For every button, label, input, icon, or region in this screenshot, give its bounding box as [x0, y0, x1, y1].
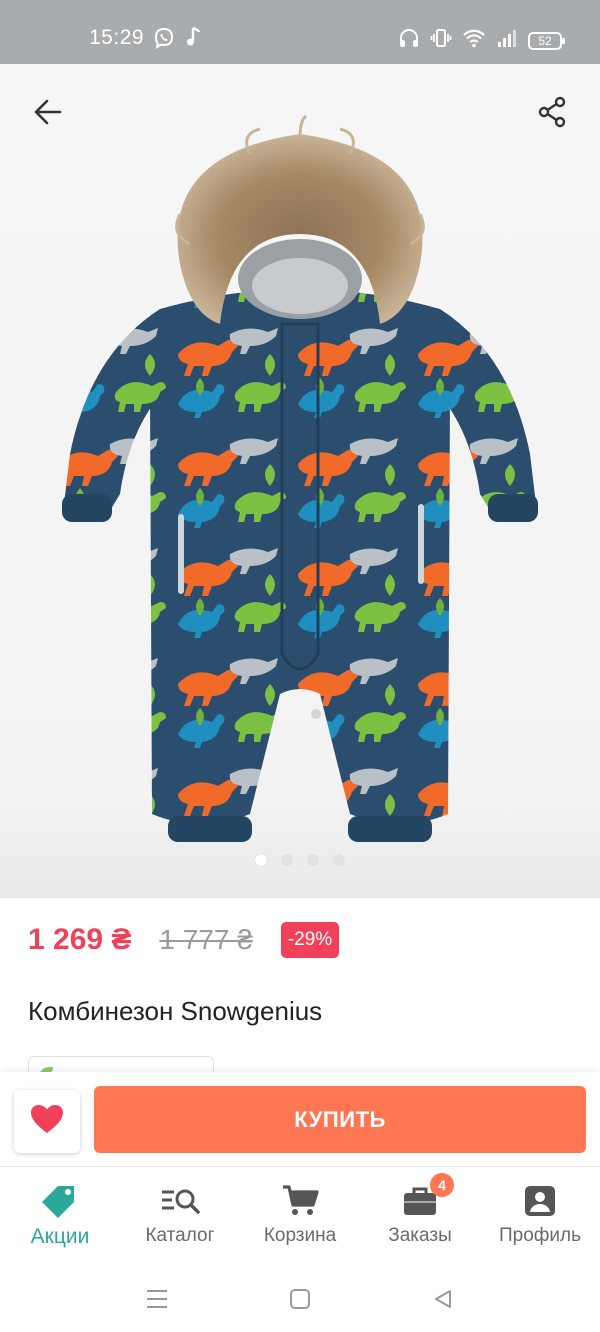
gallery-dot[interactable] [281, 854, 293, 866]
nav-label: Профиль [498, 1225, 582, 1246]
current-price: 1 269 ₴ [28, 923, 132, 956]
back-triangle-icon[interactable] [428, 1284, 458, 1314]
nav-item-promotions[interactable]: Акции [0, 1167, 120, 1262]
nav-label: Корзина [263, 1225, 337, 1246]
nav-item-catalog[interactable]: Каталог [120, 1167, 240, 1262]
catalog-search-icon [160, 1183, 200, 1219]
profile-icon [524, 1183, 556, 1219]
gallery-dot[interactable] [333, 854, 345, 866]
nav-item-profile[interactable]: Профиль [480, 1167, 600, 1262]
buy-button[interactable]: КУПИТЬ [94, 1086, 586, 1153]
product-title: Комбинезон Snowgenius [28, 996, 323, 1026]
battery-icon: 52 [528, 31, 565, 50]
briefcase-icon: 4 [402, 1173, 454, 1219]
viber-icon [153, 27, 175, 54]
nav-label: Каталог [145, 1225, 215, 1246]
signal-icon [496, 27, 518, 54]
buy-bar: КУПИТЬ [0, 1072, 600, 1168]
gallery-dot[interactable] [307, 854, 319, 866]
product-gallery[interactable] [0, 64, 600, 898]
nav-item-orders[interactable]: 4 Заказы [360, 1167, 480, 1262]
old-price: 1 777 ₴ [159, 924, 253, 955]
wifi-icon [462, 27, 486, 54]
heart-icon [29, 1103, 65, 1140]
cart-icon [281, 1183, 319, 1219]
nav-item-cart[interactable]: Корзина [240, 1167, 360, 1262]
system-navigation-bar [0, 1262, 600, 1332]
gallery-dot[interactable] [255, 854, 267, 866]
home-icon[interactable] [285, 1284, 315, 1314]
music-note-icon [185, 26, 201, 53]
bottom-navigation: Акции Каталог Корзина 4 Заказы Профиль [0, 1166, 600, 1262]
vibrate-icon [430, 27, 452, 54]
nav-label: Заказы [388, 1225, 452, 1246]
status-time: 15:29 [89, 26, 145, 49]
price-row: 1 269 ₴ 1 777 ₴ -29% [28, 922, 340, 958]
nav-label: Акции [30, 1225, 90, 1248]
tag-icon [42, 1183, 78, 1219]
status-bar: 15:29 52 [0, 0, 600, 64]
headphones-icon [398, 27, 420, 54]
gallery-pagination [0, 854, 600, 866]
favorite-button[interactable] [14, 1090, 80, 1153]
product-photo [62, 114, 538, 842]
orders-count-badge: 4 [430, 1173, 454, 1197]
menu-icon[interactable] [142, 1284, 172, 1314]
discount-badge: -29% [280, 922, 340, 958]
